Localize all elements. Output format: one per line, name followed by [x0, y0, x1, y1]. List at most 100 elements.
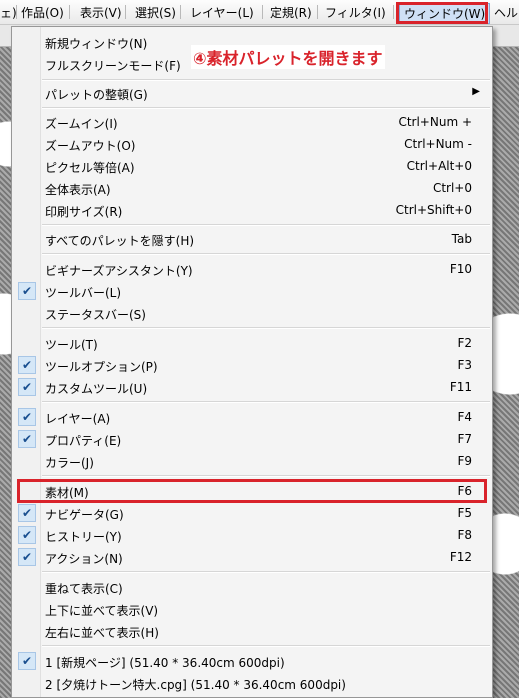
- menu-item-label: パレットの整頓(G): [45, 88, 148, 102]
- menu-bar: ェ) 作品(O) 表示(V) 選択(S) レイヤー(L) 定規(R) フィルタ(…: [0, 0, 519, 25]
- menu-item-label: ツールバー(L): [45, 286, 122, 300]
- menu-divider: [42, 107, 490, 109]
- menu-item-shortcut: F11: [449, 380, 472, 394]
- window-dropdown-menu: 新規ウィンドウ(N) フルスクリーンモード(F) パレットの整頓(G) ▶ ズー…: [11, 26, 493, 698]
- menu-item-label: レイヤー(A): [45, 412, 111, 426]
- menu-item-label: ツール(T): [45, 338, 98, 352]
- menu-item-label: カスタムツール(U): [45, 382, 148, 396]
- window-menu-highlight-box: [396, 2, 488, 24]
- menu-item-document-2[interactable]: 2 [夕焼けトーン特大.cpg] (51.40 * 36.40cm 600dpi…: [12, 672, 492, 694]
- checkmark-icon: ✔: [18, 652, 36, 670]
- menu-item-zoom-in[interactable]: ズームイン(I) Ctrl+Num +: [12, 111, 492, 133]
- menu-separator: [16, 5, 17, 19]
- menu-separator: [69, 5, 70, 19]
- menu-item-label: 2 [夕焼けトーン特大.cpg] (51.40 * 36.40cm 600dpi…: [45, 678, 346, 692]
- menu-item-shortcut: Tab: [451, 232, 472, 246]
- menu-item-label: プロパティ(E): [45, 434, 122, 448]
- submenu-arrow-icon: ▶: [472, 86, 480, 97]
- checkmark-icon: ✔: [18, 504, 36, 522]
- menu-separator: [262, 5, 263, 19]
- menu-item-tile-vertical[interactable]: 上下に並べて表示(V): [12, 598, 492, 620]
- menu-item-actual-pixels[interactable]: ピクセル等倍(A) Ctrl+Alt+0: [12, 155, 492, 177]
- instruction-annotation: ④素材パレットを開きます: [191, 45, 385, 69]
- menu-item-document-1[interactable]: ✔ 1 [新規ページ] (51.40 * 36.40cm 600dpi): [12, 650, 492, 672]
- menu-item-tool-options[interactable]: ✔ ツールオプション(P) F3: [12, 354, 492, 376]
- menu-item-tool[interactable]: ツール(T) F2: [12, 332, 492, 354]
- menu-item-label: ナビゲータ(G): [45, 508, 124, 522]
- menu-item-custom-tools[interactable]: ✔ カスタムツール(U) F11: [12, 376, 492, 398]
- menu-item-label: ピクセル等倍(A): [45, 161, 135, 175]
- checkmark-icon: ✔: [18, 378, 36, 396]
- menu-divider: [42, 327, 490, 329]
- menu-divider: [42, 253, 490, 255]
- menu-item-shortcut: Ctrl+Alt+0: [406, 159, 472, 173]
- menu-separator: [317, 5, 318, 19]
- menu-item-cascade[interactable]: 重ねて表示(C): [12, 576, 492, 598]
- checkmark-icon: ✔: [18, 408, 36, 426]
- menu-divider: [42, 79, 490, 81]
- menu-item-zoom-out[interactable]: ズームアウト(O) Ctrl+Num -: [12, 133, 492, 155]
- menu-item-shortcut: F9: [457, 454, 472, 468]
- menu-divider: [42, 645, 490, 647]
- menu-item-fit-to-window[interactable]: 全体表示(A) Ctrl+0: [12, 177, 492, 199]
- menu-item-label: カラー(J): [45, 456, 94, 470]
- menu-item-beginners-assistant[interactable]: ビギナーズアシスタント(Y) F10: [12, 258, 492, 280]
- menu-help-partial[interactable]: ヘル: [494, 4, 518, 21]
- menu-ruler[interactable]: 定規(R): [270, 4, 312, 21]
- menu-item-shortcut: F4: [457, 410, 472, 424]
- menu-item-action[interactable]: ✔ アクション(N) F12: [12, 546, 492, 568]
- menu-layer[interactable]: レイヤー(L): [190, 4, 254, 21]
- menu-separator: [393, 5, 394, 19]
- checkmark-icon: ✔: [18, 548, 36, 566]
- menu-divider: [42, 475, 490, 477]
- menu-view[interactable]: 表示(V): [80, 4, 122, 21]
- menu-item-shortcut: F3: [457, 358, 472, 372]
- menu-item-shortcut: Ctrl+Num +: [398, 115, 472, 129]
- checkmark-icon: ✔: [18, 430, 36, 448]
- menu-item-label: ヒストリー(Y): [45, 530, 122, 544]
- menu-item-label: すべてのパレットを隠す(H): [45, 234, 195, 248]
- menu-item-label: 全体表示(A): [45, 183, 111, 197]
- menu-item-navigator[interactable]: ✔ ナビゲータ(G) F5: [12, 502, 492, 524]
- menu-divider: [42, 401, 490, 403]
- menu-item-shortcut: F10: [449, 262, 472, 276]
- materials-highlight-box: [17, 479, 487, 503]
- menu-item-label: 左右に並べて表示(H): [45, 626, 159, 640]
- checkmark-icon: ✔: [18, 282, 36, 300]
- menu-item-label: ツールオプション(P): [45, 360, 158, 374]
- menu-item-shortcut: F12: [449, 550, 472, 564]
- menu-edit-partial[interactable]: ェ): [0, 4, 17, 21]
- menu-separator: [180, 5, 181, 19]
- menu-item-print-size[interactable]: 印刷サイズ(R) Ctrl+Shift+0: [12, 199, 492, 221]
- menu-item-label: アクション(N): [45, 552, 123, 566]
- menu-item-shortcut: Ctrl+Shift+0: [395, 203, 472, 217]
- menu-divider: [42, 571, 490, 573]
- checkmark-icon: ✔: [18, 526, 36, 544]
- menu-item-label: フルスクリーンモード(F): [45, 59, 181, 73]
- menu-item-label: 新規ウィンドウ(N): [45, 37, 148, 51]
- checkmark-icon: ✔: [18, 356, 36, 374]
- menu-item-label: ズームアウト(O): [45, 139, 136, 153]
- menu-item-label: 重ねて表示(C): [45, 582, 123, 596]
- menu-item-layer[interactable]: ✔ レイヤー(A) F4: [12, 406, 492, 428]
- menu-separator: [125, 5, 126, 19]
- menu-item-hide-all-palettes[interactable]: すべてのパレットを隠す(H) Tab: [12, 228, 492, 250]
- menu-item-shortcut: F8: [457, 528, 472, 542]
- menu-item-label: ビギナーズアシスタント(Y): [45, 264, 193, 278]
- menu-item-arrange-palettes[interactable]: パレットの整頓(G) ▶: [12, 82, 492, 104]
- menu-item-label: ズームイン(I): [45, 117, 118, 131]
- menu-item-toolbar[interactable]: ✔ ツールバー(L): [12, 280, 492, 302]
- menu-filter[interactable]: フィルタ(I): [325, 4, 386, 21]
- menu-divider: [42, 224, 490, 226]
- menu-work[interactable]: 作品(O): [21, 4, 64, 21]
- menu-item-label: 1 [新規ページ] (51.40 * 36.40cm 600dpi): [45, 656, 285, 670]
- menu-item-shortcut: Ctrl+Num -: [404, 137, 472, 151]
- menu-item-tile-horizontal[interactable]: 左右に並べて表示(H): [12, 620, 492, 642]
- menu-item-color[interactable]: カラー(J) F9: [12, 450, 492, 472]
- menu-select[interactable]: 選択(S): [135, 4, 176, 21]
- menu-item-label: 上下に並べて表示(V): [45, 604, 159, 618]
- menu-item-properties[interactable]: ✔ プロパティ(E) F7: [12, 428, 492, 450]
- menu-item-shortcut: Ctrl+0: [432, 181, 472, 195]
- menu-item-history[interactable]: ✔ ヒストリー(Y) F8: [12, 524, 492, 546]
- menu-item-status-bar[interactable]: ステータスバー(S): [12, 302, 492, 324]
